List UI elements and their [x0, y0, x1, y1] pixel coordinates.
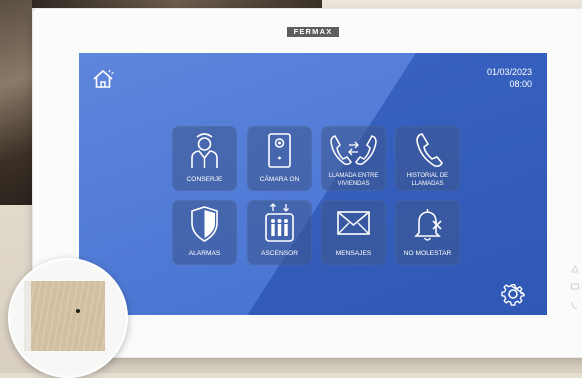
detail-magnifier	[8, 258, 128, 378]
tile-label: MENSAJES	[335, 250, 372, 257]
tile-label: HISTORIAL DE LLAMADAS	[397, 173, 458, 188]
microphone-hole	[76, 309, 80, 313]
tile-alarmas[interactable]: ALARMAS	[172, 200, 237, 265]
home-button[interactable]	[91, 68, 115, 90]
touch-screen	[79, 53, 547, 315]
date-time: 01/03/2023 08:00	[442, 66, 532, 90]
settings-button[interactable]	[500, 281, 526, 307]
side-indicator-icons	[571, 265, 579, 310]
tile-label-line-1: LLAMADA ENTRE	[328, 173, 379, 179]
tile-label-line-2: VIVIENDAS	[337, 180, 370, 187]
tile-historial-de-llamadas[interactable]: HISTORIAL DE LLAMADAS	[395, 126, 460, 191]
tile-label-line-1: HISTORIAL DE	[406, 173, 449, 179]
tile-label: ASCENSOR	[260, 250, 298, 257]
tile-label-line-2: LLAMADAS	[411, 180, 444, 187]
tile-ascensor[interactable]: ASCENSOR	[247, 200, 312, 265]
tile-mensajes[interactable]: MENSAJES	[321, 200, 386, 265]
background-photo	[0, 0, 32, 205]
side-button-icons	[569, 262, 581, 322]
tile-label: CÁMARA ON	[259, 176, 300, 183]
home-icon	[93, 69, 114, 88]
tile-llamada-entre-viviendas[interactable]: LLAMADA ENTRE VIVIENDAS	[321, 126, 386, 191]
tile-label: NO MOLESTAR	[403, 250, 452, 257]
wood-finish-detail	[31, 281, 105, 351]
brand-logo: FERMAX	[287, 27, 339, 37]
tile-no-molestar[interactable]: NO MOLESTAR	[395, 200, 460, 265]
tile-conserje[interactable]: CONSERJE	[172, 126, 237, 191]
tile-camara-on[interactable]: CÁMARA ON	[247, 126, 312, 191]
date-text: 01/03/2023	[486, 67, 532, 77]
tile-label: LLAMADA ENTRE VIVIENDAS	[323, 173, 384, 188]
gear-icon	[501, 283, 525, 306]
background-photo-strip	[32, 0, 322, 8]
tile-label: CONSERJE	[186, 176, 223, 183]
tile-label: ALARMAS	[188, 250, 221, 257]
time-text: 08:00	[509, 79, 532, 89]
